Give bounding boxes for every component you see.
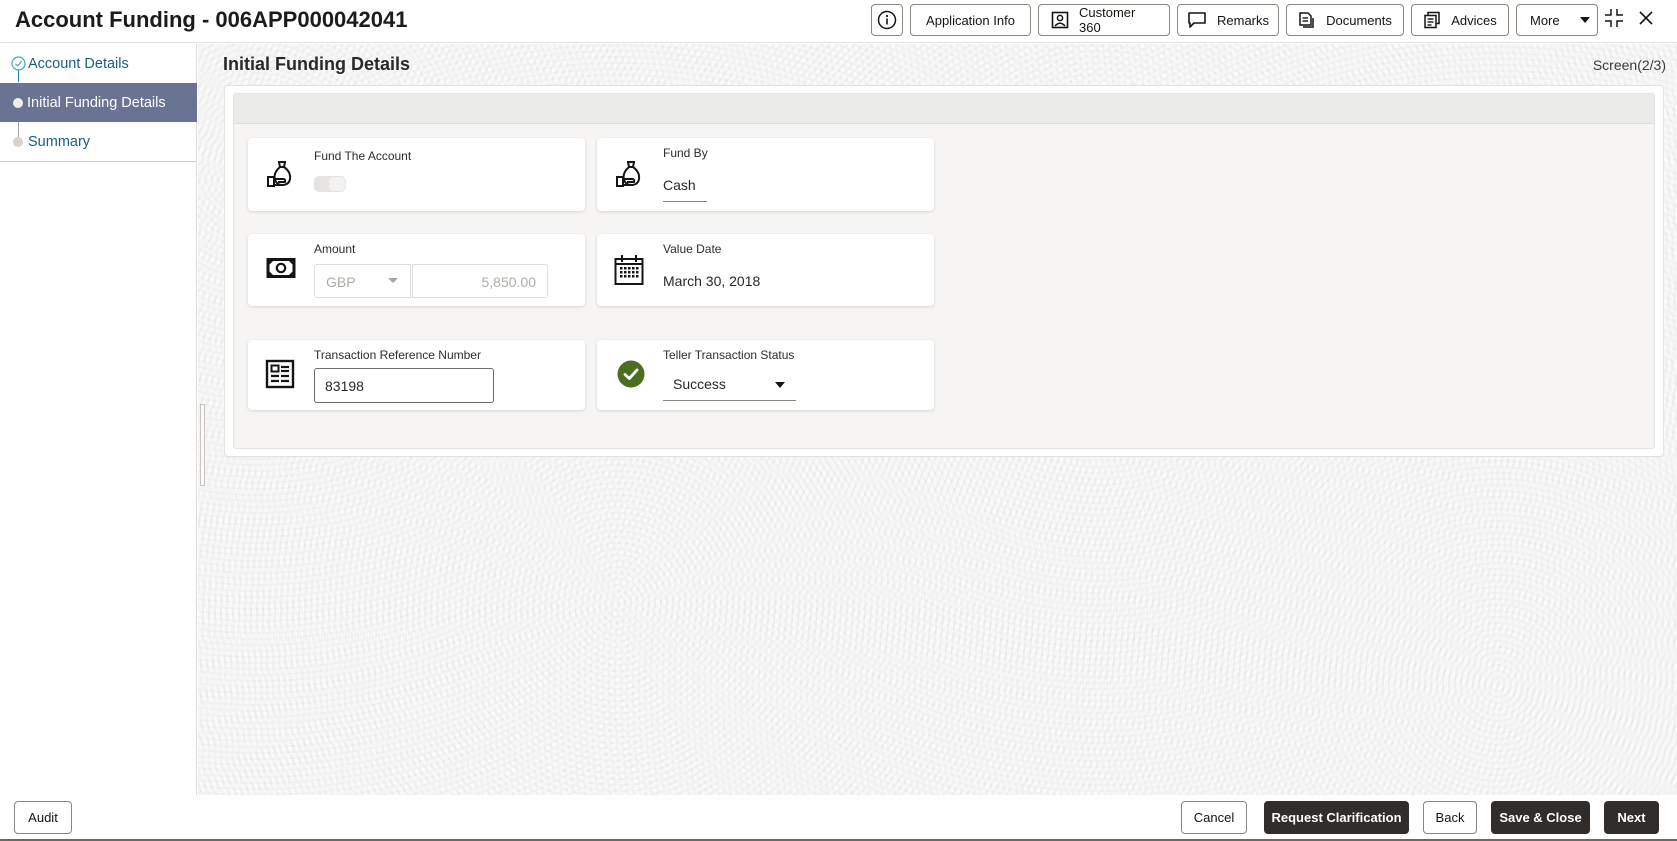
cash-icon [265, 256, 297, 285]
fund-by-underline [663, 201, 707, 202]
comment-icon [1187, 11, 1207, 29]
transaction-reference-input[interactable] [314, 368, 494, 403]
sidebar-item-initial-funding-details[interactable]: Initial Funding Details [0, 83, 197, 122]
teller-status-value: Success [673, 376, 726, 392]
transaction-reference-label: Transaction Reference Number [314, 348, 481, 362]
advices-icon [1423, 11, 1441, 29]
section-header [234, 94, 1654, 124]
request-clarification-button[interactable]: Request Clarification [1264, 801, 1409, 834]
sidebar-item-label: Summary [28, 133, 91, 150]
application-info-label: Application Info [926, 12, 1015, 28]
caret-down-icon [1579, 17, 1590, 23]
money-bag-hand-icon [265, 159, 297, 196]
customer-360-button[interactable]: Customer 360 [1038, 4, 1170, 36]
advices-button[interactable]: Advices [1411, 4, 1509, 36]
cancel-button[interactable]: Cancel [1181, 801, 1247, 834]
toggle-knob [329, 177, 345, 191]
step-navigation: Account Details Initial Funding Details … [0, 44, 197, 795]
success-check-icon [617, 360, 645, 393]
fund-by-label: Fund By [663, 146, 708, 160]
user-profile-icon [1051, 11, 1069, 29]
remarks-button[interactable]: Remarks [1177, 4, 1279, 36]
more-dropdown[interactable]: More [1516, 4, 1598, 36]
document-icon [1298, 11, 1316, 29]
footer-bar: Audit Cancel Request Clarification Back … [0, 795, 1677, 841]
fund-the-account-card: Fund The Account [248, 138, 585, 211]
amount-label: Amount [314, 242, 356, 256]
step-dot-icon [13, 98, 23, 108]
sidebar-divider [0, 161, 197, 162]
value-date-value: March 30, 2018 [663, 273, 761, 289]
sidebar-item-label: Account Details [28, 55, 129, 72]
save-close-button[interactable]: Save & Close [1491, 801, 1590, 834]
header-bar: Account Funding - 006APP000042041 Applic… [0, 0, 1677, 43]
step-dot-icon [13, 137, 23, 147]
fund-by-card: Fund By Cash [597, 138, 934, 211]
fund-by-value: Cash [663, 177, 696, 193]
fund-the-account-label: Fund The Account [314, 149, 412, 163]
sidebar-item-account-details[interactable]: Account Details [0, 44, 197, 83]
currency-value: GBP [326, 274, 356, 290]
teller-status-select[interactable]: Success [663, 370, 796, 401]
documents-button[interactable]: Documents [1286, 4, 1404, 36]
reference-form-icon [265, 359, 295, 394]
screen-counter: Screen(2/3) [1592, 57, 1666, 73]
documents-label: Documents [1326, 12, 1392, 28]
fund-the-account-toggle[interactable] [314, 176, 346, 192]
caret-down-icon [388, 278, 398, 283]
more-label: More [1530, 12, 1560, 28]
currency-select[interactable]: GBP [314, 264, 411, 298]
caret-down-icon [775, 382, 785, 388]
form-panel: Fund The Account Fund By Cash Amount GBP… [224, 85, 1664, 457]
value-date-card: Value Date March 30, 2018 [597, 234, 934, 306]
info-button[interactable] [871, 4, 903, 36]
amount-card: Amount GBP 5,850.00 [248, 234, 585, 306]
money-bag-hand-icon [614, 159, 646, 196]
form-section: Fund The Account Fund By Cash Amount GBP… [233, 93, 1655, 449]
info-icon [877, 10, 897, 30]
close-button[interactable] [1634, 8, 1658, 32]
main-content: Initial Funding Details Screen(2/3) Fund… [198, 44, 1677, 795]
teller-status-label: Teller Transaction Status [663, 348, 795, 362]
sidebar-resize-handle[interactable] [200, 404, 205, 486]
application-info-button[interactable]: Application Info [910, 4, 1031, 36]
page-title: Initial Funding Details [223, 54, 411, 74]
teller-status-card: Teller Transaction Status Success [597, 340, 934, 410]
remarks-label: Remarks [1217, 12, 1270, 28]
calendar-icon [614, 254, 644, 291]
next-button[interactable]: Next [1604, 801, 1659, 834]
value-date-label: Value Date [663, 242, 722, 256]
amount-input[interactable]: 5,850.00 [412, 264, 548, 298]
transaction-reference-card: Transaction Reference Number [248, 340, 585, 410]
sidebar-item-summary[interactable]: Summary [0, 122, 197, 161]
advices-label: Advices [1451, 12, 1497, 28]
collapse-icon [1604, 8, 1624, 33]
page-header-title: Account Funding - 006APP000042041 [15, 7, 408, 32]
check-circle-icon [11, 56, 26, 75]
close-icon [1638, 10, 1654, 31]
audit-button[interactable]: Audit [14, 801, 72, 834]
sidebar-item-label: Initial Funding Details [27, 94, 166, 111]
customer-360-label: Customer 360 [1079, 5, 1136, 35]
back-button[interactable]: Back [1423, 801, 1477, 834]
minimize-button[interactable] [1602, 8, 1626, 32]
